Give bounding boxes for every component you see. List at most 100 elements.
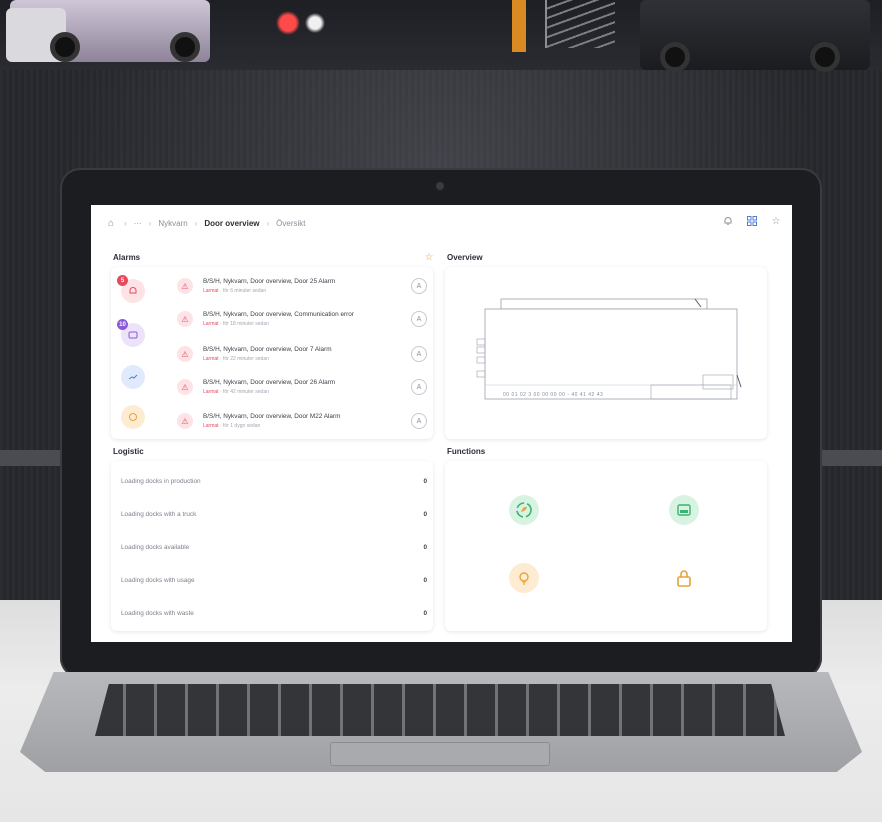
star-icon[interactable]: ☆ bbox=[770, 215, 782, 227]
trackpad bbox=[330, 742, 550, 766]
alarm-counter-trend[interactable] bbox=[121, 365, 145, 389]
alarm-level: Larmat bbox=[203, 423, 219, 429]
wheel bbox=[660, 42, 690, 72]
acknowledge-button[interactable]: A bbox=[411, 379, 427, 395]
alarm-bell-icon: ⚠ bbox=[177, 278, 193, 294]
logistic-value: 0 bbox=[423, 576, 427, 584]
lock-icon bbox=[677, 570, 691, 587]
logistic-value: 0 bbox=[423, 543, 427, 551]
alarm-bell-icon: ⚠ bbox=[177, 379, 193, 395]
wheel bbox=[810, 42, 840, 72]
alarm-bell-icon: ⚠ bbox=[177, 311, 193, 327]
function-lighting-button[interactable] bbox=[509, 563, 539, 593]
logistic-title: Logistic bbox=[113, 447, 144, 456]
acknowledge-button[interactable]: A bbox=[411, 278, 427, 294]
acknowledge-button[interactable]: A bbox=[411, 311, 427, 327]
alarm-time: för 1 dygn sedan bbox=[223, 423, 261, 429]
keyboard bbox=[95, 684, 785, 736]
logistic-label: Loading docks in production bbox=[121, 477, 201, 485]
alarm-text: B/S/H, Nykvarn, Door overview, Door 26 A… bbox=[203, 379, 387, 395]
logistic-label: Loading docks with usage bbox=[121, 576, 195, 584]
breadcrumb-item-door-overview[interactable]: Door overview bbox=[204, 219, 259, 228]
breadcrumb-separator: › bbox=[266, 218, 270, 228]
alarm-meta: Larmat · för 6 minuter sedan bbox=[203, 288, 267, 294]
wheel bbox=[170, 32, 200, 62]
laptop-screen: ⌂ › ··· › Nykvarn › Door overview › Över… bbox=[91, 205, 792, 642]
alarm-time: för 42 minuter sedan bbox=[223, 389, 269, 395]
top-bar: ⌂ › ··· › Nykvarn › Door overview › Över… bbox=[91, 205, 792, 241]
overview-title: Overview bbox=[447, 253, 483, 262]
bell-icon[interactable] bbox=[722, 215, 734, 227]
logistic-row: Loading docks with waste 0 bbox=[121, 605, 427, 621]
overview-card bbox=[445, 267, 767, 439]
alarm-title: B/S/H, Nykvarn, Door overview, Door 25 A… bbox=[203, 278, 336, 285]
alarm-bell-icon: ⚠ bbox=[177, 346, 193, 362]
alarm-title: B/S/H, Nykvarn, Door overview, Door M22 … bbox=[203, 413, 341, 420]
breadcrumb-item-nykvarn[interactable]: Nykvarn bbox=[158, 219, 187, 228]
alarm-text: B/S/H, Nykvarn, Door overview, Door 7 Al… bbox=[203, 346, 387, 362]
alarm-meta: Larmat · för 1 dygn sedan bbox=[203, 423, 261, 429]
home-icon[interactable]: ⌂ bbox=[105, 217, 117, 229]
acknowledge-button[interactable]: A bbox=[411, 346, 427, 362]
acknowledge-button[interactable]: A bbox=[411, 413, 427, 429]
alarm-time: för 18 minuter sedan bbox=[223, 321, 269, 327]
function-card-reader-button[interactable] bbox=[669, 495, 699, 525]
alarm-count-badge: 5 bbox=[117, 275, 128, 286]
alarm-item[interactable]: ⚠ B/S/H, Nykvarn, Door overview, Door 26… bbox=[177, 372, 427, 402]
alarm-title: B/S/H, Nykvarn, Door overview, Door 7 Al… bbox=[203, 346, 332, 353]
lightbulb-icon bbox=[519, 572, 529, 585]
star-icon[interactable]: ☆ bbox=[423, 251, 435, 263]
alarm-counter-ok[interactable] bbox=[121, 405, 145, 429]
functions-card bbox=[445, 461, 767, 631]
alarm-title: B/S/H, Nykvarn, Door overview, Door 26 A… bbox=[203, 379, 336, 386]
breadcrumb-ellipsis[interactable]: ··· bbox=[134, 219, 142, 228]
alarm-counter-chat[interactable]: 10 bbox=[117, 319, 145, 347]
truck-right bbox=[640, 0, 870, 72]
breadcrumb-separator: › bbox=[148, 218, 152, 228]
truck-taillight bbox=[270, 10, 330, 36]
alarms-title: Alarms bbox=[113, 253, 141, 262]
chat-icon bbox=[128, 331, 138, 339]
truck-left bbox=[6, 0, 210, 62]
alarm-level: Larmat bbox=[203, 321, 219, 327]
logistic-row: Loading docks in production 0 bbox=[121, 473, 427, 489]
alarm-count-badge: 10 bbox=[117, 319, 128, 330]
logistic-label: Loading docks with a truck bbox=[121, 510, 197, 518]
floor-plan-map[interactable] bbox=[445, 267, 767, 439]
alarm-item[interactable]: ⚠ B/S/H, Nykvarn, Door overview, Door M2… bbox=[177, 406, 427, 436]
alarm-text: B/S/H, Nykvarn, Door overview, Communica… bbox=[203, 311, 387, 327]
alarm-item[interactable]: ⚠ B/S/H, Nykvarn, Door overview, Communi… bbox=[177, 304, 427, 334]
alarm-level: Larmat bbox=[203, 389, 219, 395]
alarm-time: för 22 minuter sedan bbox=[223, 356, 269, 362]
breadcrumb: ⌂ › ··· › Nykvarn › Door overview › Över… bbox=[105, 217, 306, 229]
webcam bbox=[436, 182, 444, 190]
grid-icon[interactable] bbox=[746, 215, 758, 227]
bell-icon bbox=[129, 287, 137, 294]
alarm-text: B/S/H, Nykvarn, Door overview, Door M22 … bbox=[203, 413, 387, 429]
logistic-label: Loading docks available bbox=[121, 543, 190, 551]
dock-number-labels: 00 01 02 3 00 00 00 00 - 40 41 42 43 bbox=[503, 392, 604, 398]
logistic-row: Loading docks with a truck 0 bbox=[121, 506, 427, 522]
alarm-counter-bell[interactable]: 5 bbox=[117, 275, 145, 303]
safety-pillar bbox=[512, 0, 526, 52]
alarm-bell-icon: ⚠ bbox=[177, 413, 193, 429]
stairs bbox=[545, 0, 615, 48]
alarm-meta: Larmat · för 42 minuter sedan bbox=[203, 389, 269, 395]
alarm-level: Larmat bbox=[203, 288, 219, 294]
alarm-level: Larmat bbox=[203, 356, 219, 362]
breadcrumb-separator: › bbox=[194, 218, 198, 228]
breadcrumb-item-oversikt[interactable]: Översikt bbox=[276, 219, 305, 228]
alarm-time: för 6 minuter sedan bbox=[223, 288, 267, 294]
logistic-value: 0 bbox=[423, 477, 427, 485]
functions-title: Functions bbox=[447, 447, 486, 456]
logistic-value: 0 bbox=[423, 609, 427, 617]
ok-icon bbox=[129, 413, 137, 421]
logistic-value: 0 bbox=[423, 510, 427, 518]
alarm-item[interactable]: ⚠ B/S/H, Nykvarn, Door overview, Door 7 … bbox=[177, 339, 427, 369]
alarm-item[interactable]: ⚠ B/S/H, Nykvarn, Door overview, Door 25… bbox=[177, 271, 427, 301]
function-refresh-button[interactable] bbox=[509, 495, 539, 525]
alarm-meta: Larmat · för 18 minuter sedan bbox=[203, 321, 269, 327]
card-reader-icon bbox=[677, 504, 691, 516]
function-lock-button[interactable] bbox=[669, 563, 699, 593]
logistic-label: Loading docks with waste bbox=[121, 609, 194, 617]
